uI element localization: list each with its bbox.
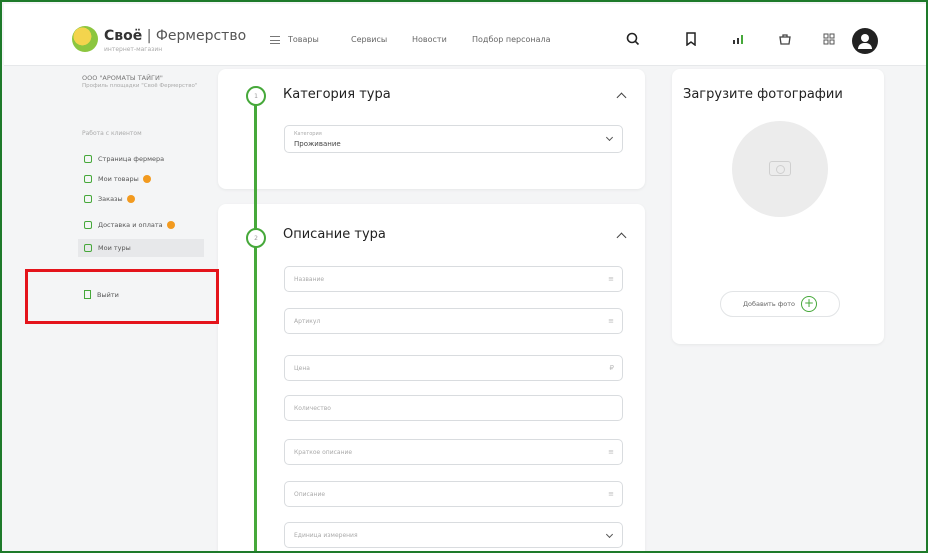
highlight-box: [25, 269, 219, 324]
description-title: Описание тура: [283, 227, 386, 242]
nav-staff[interactable]: Подбор персонала: [472, 35, 551, 44]
sidebar-section-label: Работа с клиентом: [82, 130, 142, 137]
chevron-down-icon: [605, 530, 614, 539]
bookmark-icon[interactable]: [680, 28, 702, 50]
unit-select[interactable]: Единица измерения: [284, 522, 623, 548]
organization-subtitle: Профиль площадки "Своё Фермерство": [82, 83, 198, 89]
stats-icon[interactable]: [728, 28, 750, 50]
sidebar-item-farmer-page[interactable]: Страница фермера: [78, 150, 204, 168]
step-1-marker: 1: [246, 86, 266, 106]
photo-placeholder[interactable]: [732, 121, 828, 217]
add-photo-button[interactable]: Добавить фото +: [720, 291, 840, 317]
category-title: Категория тура: [283, 87, 391, 102]
ruble-icon: ₽: [609, 364, 614, 372]
notification-badge: [126, 195, 135, 203]
plus-icon: +: [801, 296, 818, 312]
step-2-marker: 2: [246, 228, 266, 248]
profile-avatar[interactable]: [852, 28, 878, 54]
nav-services[interactable]: Сервисы: [351, 35, 387, 44]
short-description-field[interactable]: Краткое описание ≡: [284, 439, 623, 465]
photo-upload-card: Загрузите фотографии Добавить фото +: [672, 69, 884, 344]
apps-icon[interactable]: [818, 28, 840, 50]
product-icon: [84, 175, 92, 183]
menu-icon[interactable]: [270, 36, 280, 44]
notification-badge: [142, 175, 151, 183]
chevron-down-icon: [605, 133, 614, 142]
quantity-field[interactable]: Количество: [284, 395, 623, 421]
search-icon[interactable]: [622, 28, 644, 50]
top-header: Своё | Фермерство интернет-магазин Товар…: [4, 4, 926, 66]
notification-badge: [166, 221, 175, 229]
sidebar-item-orders[interactable]: Заказы: [78, 190, 204, 208]
app-window: Своё | Фермерство интернет-магазин Товар…: [0, 0, 928, 553]
chevron-up-icon[interactable]: [616, 232, 627, 243]
brand-subtitle: интернет-магазин: [104, 46, 163, 53]
brand-name[interactable]: Своё | Фермерство: [104, 28, 246, 44]
text-icon: ≡: [608, 317, 614, 325]
organization-name: ООО "АРОМАТЫ ТАЙГИ": [82, 74, 163, 82]
nav-products[interactable]: Товары: [288, 35, 319, 44]
sidebar-item-my-products[interactable]: Мои товары: [78, 170, 204, 188]
timeline-line: [254, 94, 257, 551]
chevron-up-icon[interactable]: [616, 92, 627, 103]
tour-category-select[interactable]: Категория Проживание: [284, 125, 623, 153]
name-field[interactable]: Название ≡: [284, 266, 623, 292]
logo-icon[interactable]: [72, 26, 98, 52]
photo-title: Загрузите фотографии: [683, 87, 843, 102]
sidebar-item-my-tours[interactable]: Мои туры: [78, 239, 204, 257]
orders-icon: [84, 195, 92, 203]
description-field[interactable]: Описание ≡: [284, 481, 623, 507]
camera-icon: [769, 161, 791, 176]
text-icon: ≡: [608, 448, 614, 456]
sku-field[interactable]: Артикул ≡: [284, 308, 623, 334]
select-value: Проживание: [294, 140, 341, 148]
price-field[interactable]: Цена ₽: [284, 355, 623, 381]
tour-icon: [84, 244, 92, 252]
text-icon: ≡: [608, 275, 614, 283]
text-icon: ≡: [608, 490, 614, 498]
delivery-icon: [84, 221, 92, 229]
sidebar-item-delivery[interactable]: Доставка и оплата: [78, 216, 204, 234]
nav-news[interactable]: Новости: [412, 35, 447, 44]
select-label: Категория: [294, 131, 322, 137]
home-icon: [84, 155, 92, 163]
basket-icon[interactable]: [774, 28, 796, 50]
